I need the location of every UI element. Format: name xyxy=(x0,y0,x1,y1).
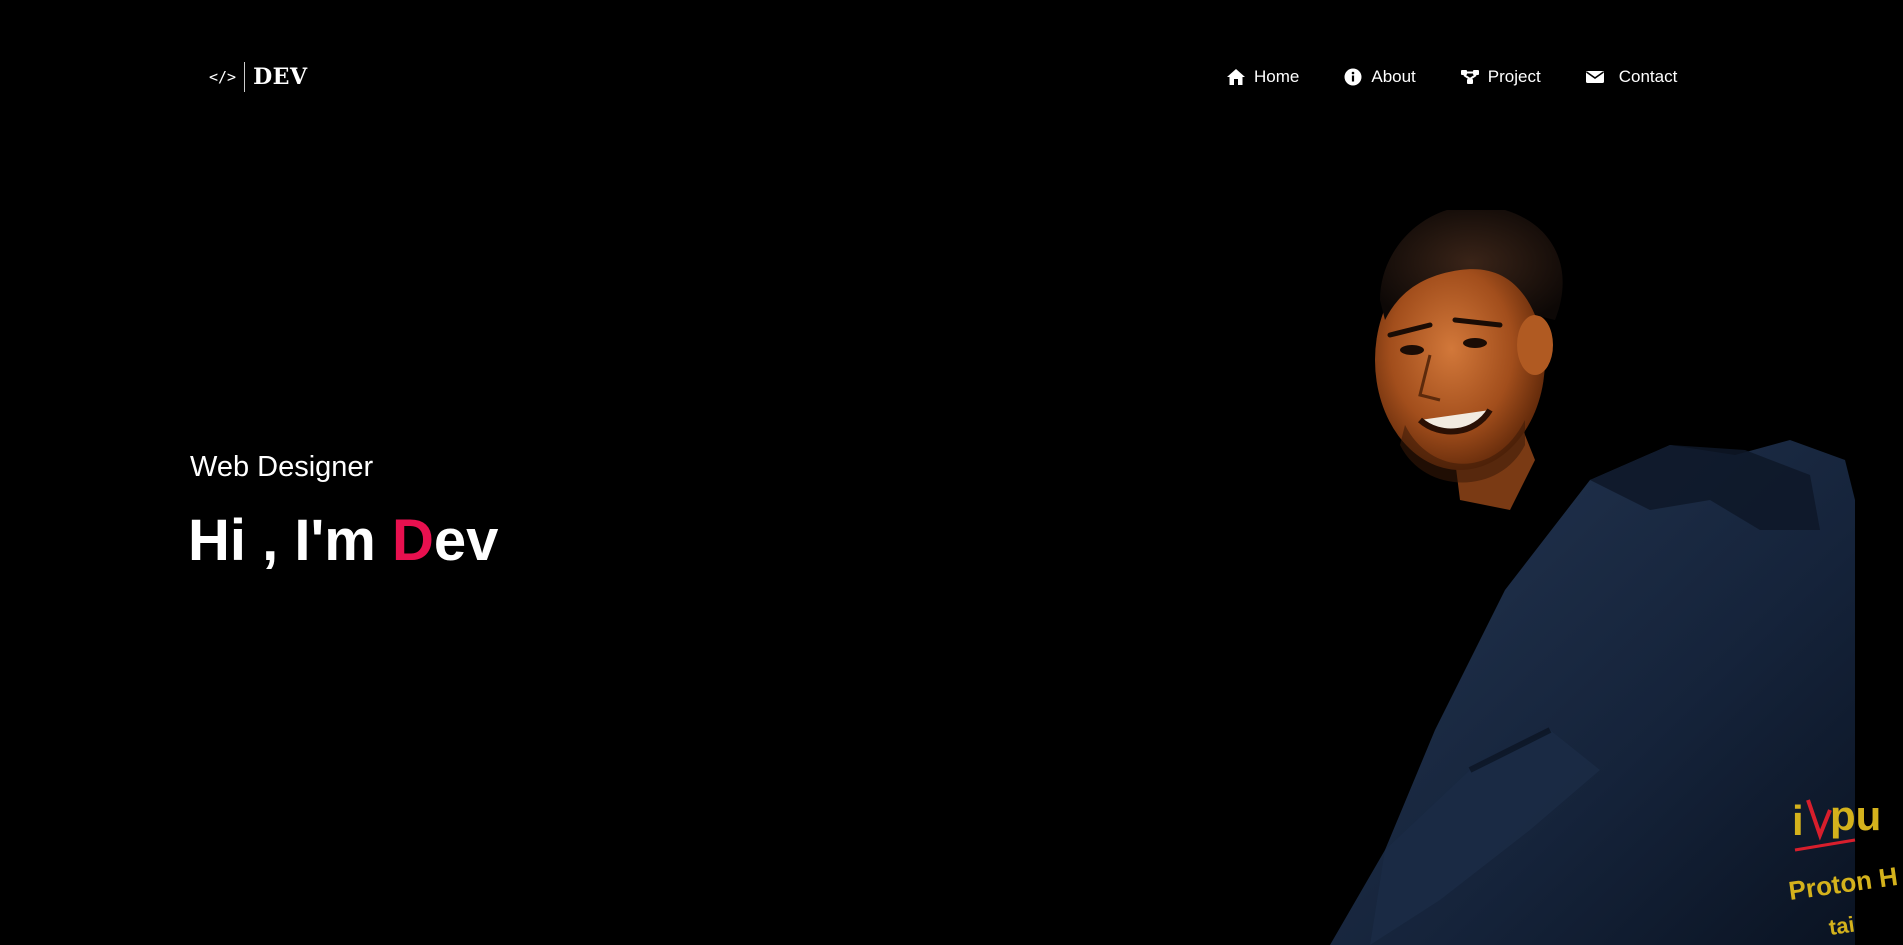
nav-item-about[interactable]: About xyxy=(1343,64,1416,90)
nav-item-home[interactable]: Home xyxy=(1226,64,1299,90)
nav-item-label: Home xyxy=(1254,67,1300,86)
logo-divider xyxy=(244,62,246,92)
nav-item-project[interactable]: Project xyxy=(1460,64,1541,90)
hero-name-accent: D xyxy=(391,508,434,573)
info-icon xyxy=(1343,67,1363,87)
logo-text: DEV xyxy=(253,64,308,90)
hero-role: Web Designer xyxy=(190,451,374,483)
logo[interactable]: </> DEV xyxy=(209,60,308,94)
nav-item-label: About xyxy=(1371,67,1416,86)
hero-page: </> DEV Home About Project Contact Web D… xyxy=(0,0,1903,945)
portrait-image: i pu Proton H tai xyxy=(1290,210,1903,945)
hoodie-text: pu xyxy=(1830,792,1881,839)
hero-greeting: Hi , I'm xyxy=(188,508,392,573)
nav-item-label: Project xyxy=(1487,67,1541,86)
nav-item-contact[interactable]: Contact xyxy=(1585,64,1678,90)
envelope-icon xyxy=(1585,67,1605,87)
hero-title: Hi , I'm Dev xyxy=(188,506,498,576)
hoodie-text: i xyxy=(1792,797,1804,844)
project-icon xyxy=(1460,67,1480,87)
home-icon xyxy=(1226,67,1246,87)
hoodie-text: tai xyxy=(1827,912,1856,940)
code-icon: </> xyxy=(209,68,237,86)
main-nav: Home About Project Contact xyxy=(1226,64,1677,90)
hero-name-rest: ev xyxy=(433,508,499,573)
nav-item-label: Contact xyxy=(1618,67,1678,86)
